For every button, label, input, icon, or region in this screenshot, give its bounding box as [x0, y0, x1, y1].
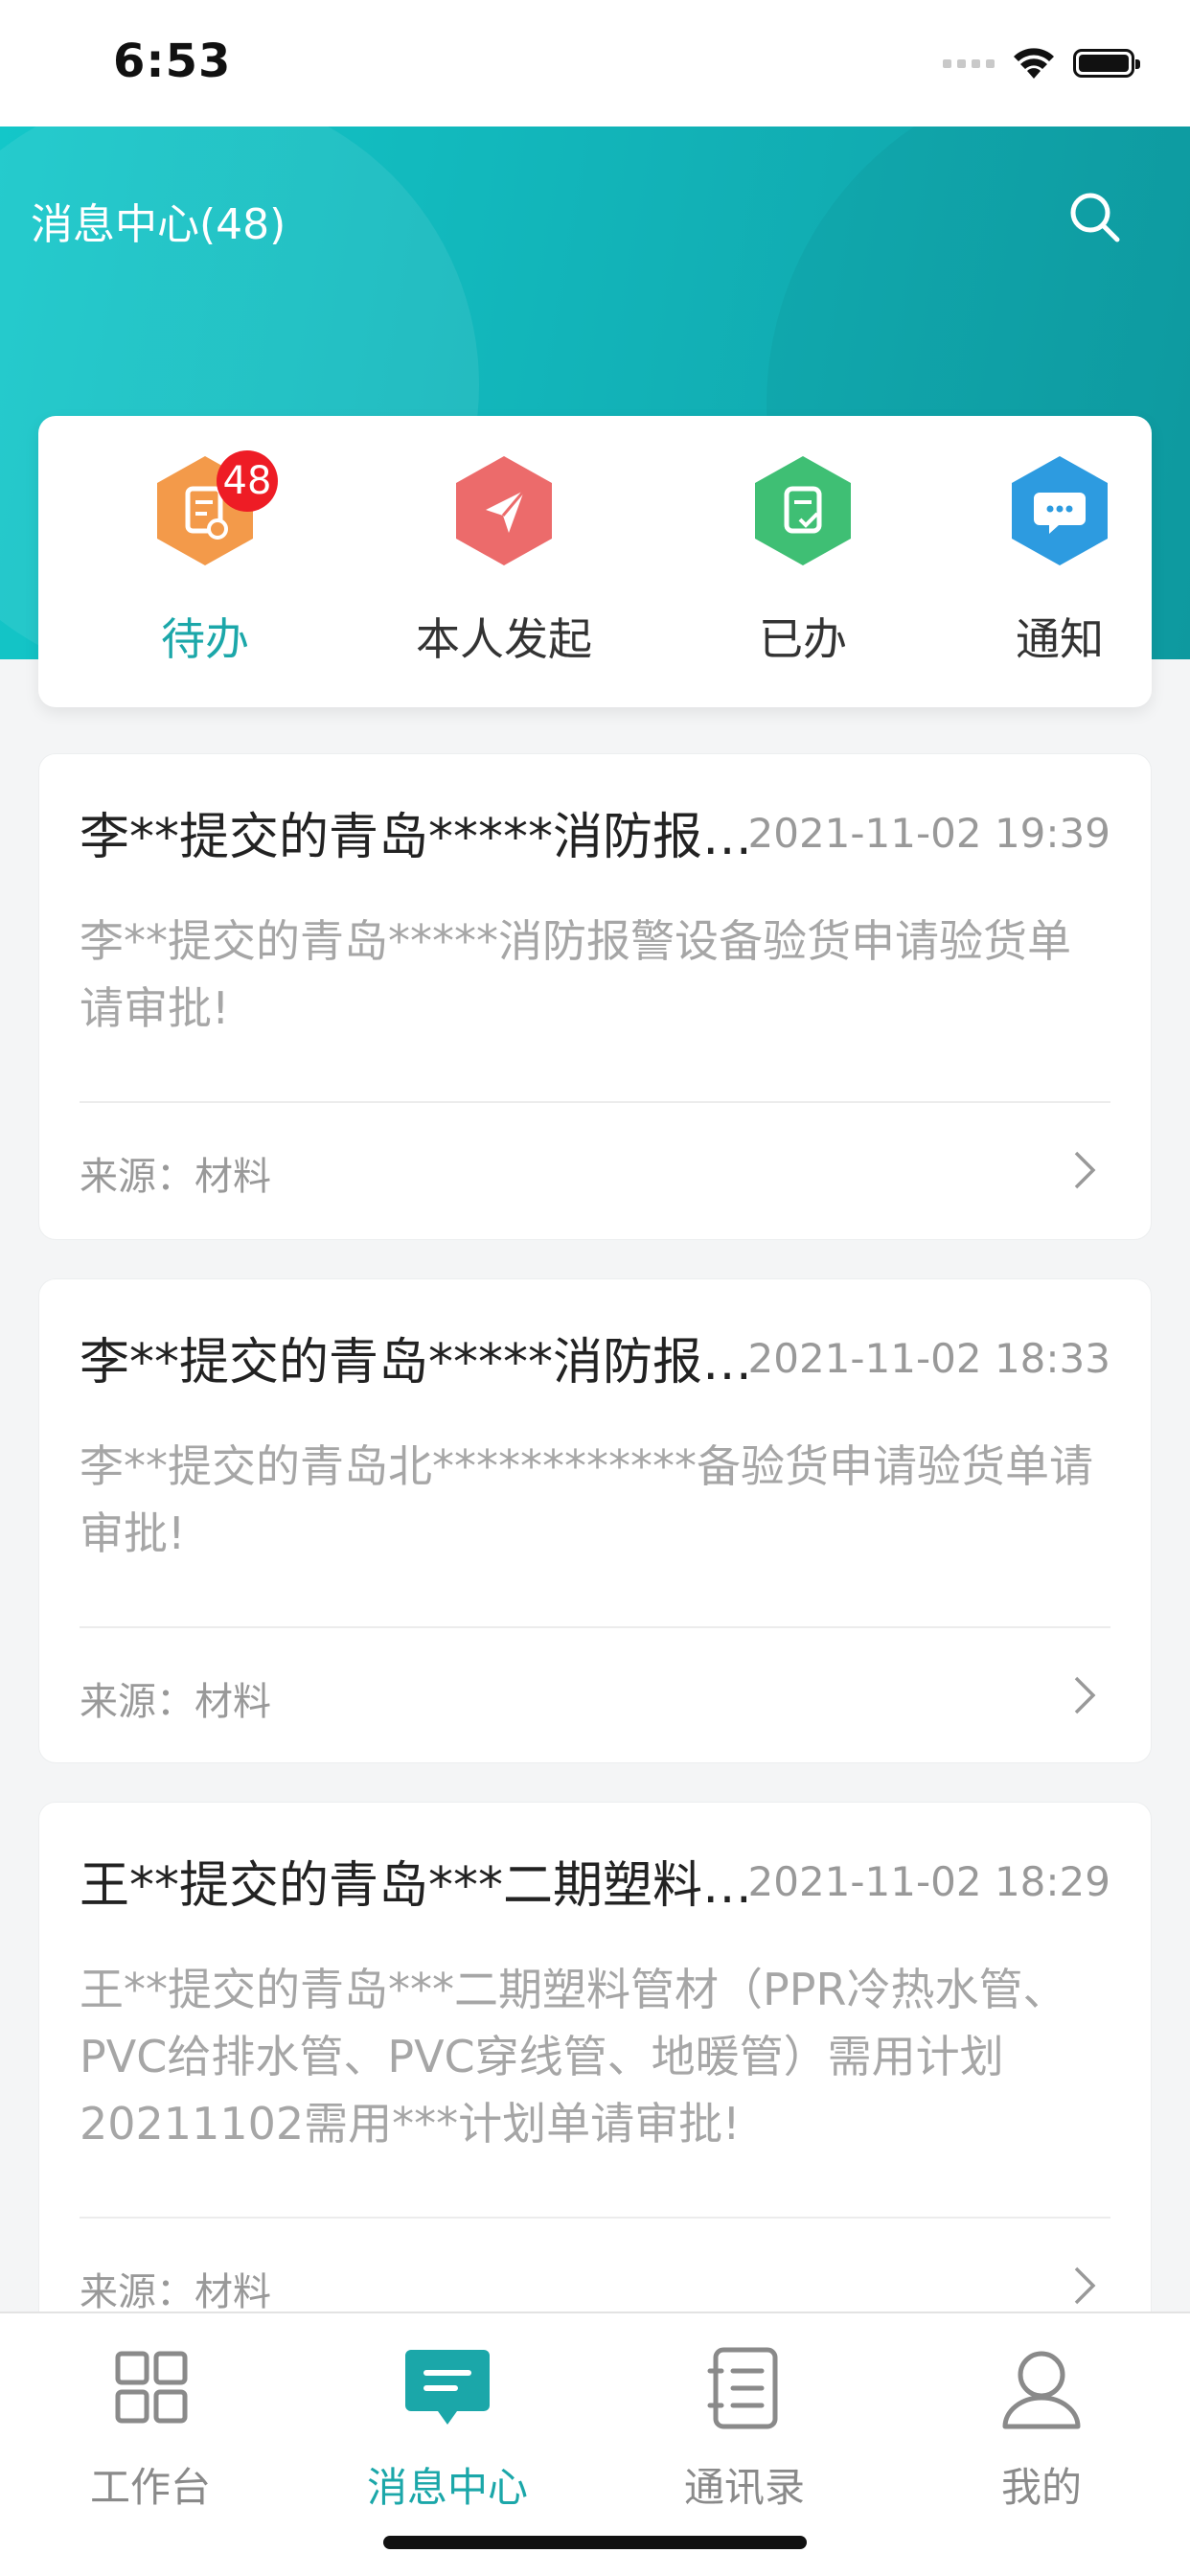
workbench-icon: [115, 2351, 188, 2424]
tab-label: 工作台: [89, 2464, 211, 2511]
notice-icon: [1012, 456, 1108, 565]
message-time: 2021-11-02 18:33: [747, 1335, 1110, 1382]
tab-label: 消息中心: [366, 2464, 528, 2511]
message-body: 王**提交的青岛***二期塑料管材（PPR冷热水管、PVC给排水管、PVC穿线管…: [80, 1964, 1067, 2150]
message-body: 李**提交的青岛*****消防报警设备验货申请验货单请审批!: [80, 915, 1071, 1034]
wifi-icon: [1014, 48, 1054, 79]
home-indicator: [383, 2536, 807, 2549]
tab-done[interactable]: 已办: [688, 454, 918, 684]
message-card[interactable]: 王**提交的青岛***二期塑料管材计划单请审批! 2021-11-02 18:2…: [38, 1802, 1152, 2396]
tab-todo[interactable]: 48 待办: [90, 450, 320, 684]
category-tabs-card: 48 待办 本人发起 已办 通知: [38, 416, 1152, 707]
tab-workbench[interactable]: 工作台: [2, 2333, 299, 2511]
tab-initiated[interactable]: 本人发起: [389, 454, 619, 684]
status-icons: [943, 44, 1140, 82]
send-icon: [456, 456, 552, 565]
tab-label: 本人发起: [416, 613, 592, 665]
unread-count-badge: 48: [217, 450, 278, 512]
message-source: 来源：材料: [80, 2270, 271, 2314]
message-card[interactable]: 李**提交的青岛*****消防报警设备验货申请验货单请审批! 2021-11-0…: [38, 753, 1152, 1240]
tab-label: 通讯录: [683, 2464, 805, 2511]
message-time: 2021-11-02 19:39: [747, 810, 1110, 857]
message-title: 王**提交的青岛***二期塑料管材计划单请审批!: [80, 1857, 789, 1915]
message-source: 来源：材料: [80, 1155, 271, 1199]
message-center-icon: [405, 2350, 490, 2425]
divider: [80, 1626, 1110, 1628]
cellular-signal-icon: [943, 58, 995, 68]
tab-label: 我的: [1000, 2464, 1082, 2511]
status-bar: 6:53: [0, 0, 1190, 126]
contacts-icon: [707, 2347, 778, 2429]
chevron-right-icon[interactable]: [1066, 2263, 1101, 2309]
divider: [80, 1101, 1110, 1103]
tab-message-center[interactable]: 消息中心: [299, 2333, 596, 2511]
divider: [80, 2217, 1110, 2219]
message-title: 李**提交的青岛*****消防报警设备验货申请验货单请审批!: [80, 1334, 789, 1392]
tab-label: 通知: [1016, 613, 1104, 665]
done-icon: [755, 456, 851, 565]
message-title: 李**提交的青岛*****消防报警设备验货申请验货单请审批!: [80, 809, 789, 866]
message-source: 来源：材料: [80, 1680, 271, 1724]
tab-contacts[interactable]: 通讯录: [596, 2333, 893, 2511]
chevron-right-icon[interactable]: [1066, 1147, 1101, 1193]
tab-label: 待办: [161, 613, 249, 665]
tab-label: 已办: [759, 613, 847, 665]
status-time: 6:53: [113, 34, 232, 88]
profile-icon: [1002, 2351, 1081, 2429]
battery-icon: [1073, 49, 1140, 78]
message-card[interactable]: 李**提交的青岛*****消防报警设备验货申请验货单请审批! 2021-11-0…: [38, 1278, 1152, 1763]
message-body: 李**提交的青岛北************备验货申请验货单请审批!: [80, 1440, 1093, 1559]
page-title: 消息中心(48): [31, 200, 286, 249]
message-time: 2021-11-02 18:29: [747, 1858, 1110, 1905]
chevron-right-icon[interactable]: [1066, 1672, 1101, 1718]
tab-notice[interactable]: 通知: [945, 454, 1175, 684]
tab-profile[interactable]: 我的: [893, 2333, 1190, 2511]
search-icon[interactable]: [1065, 188, 1125, 247]
